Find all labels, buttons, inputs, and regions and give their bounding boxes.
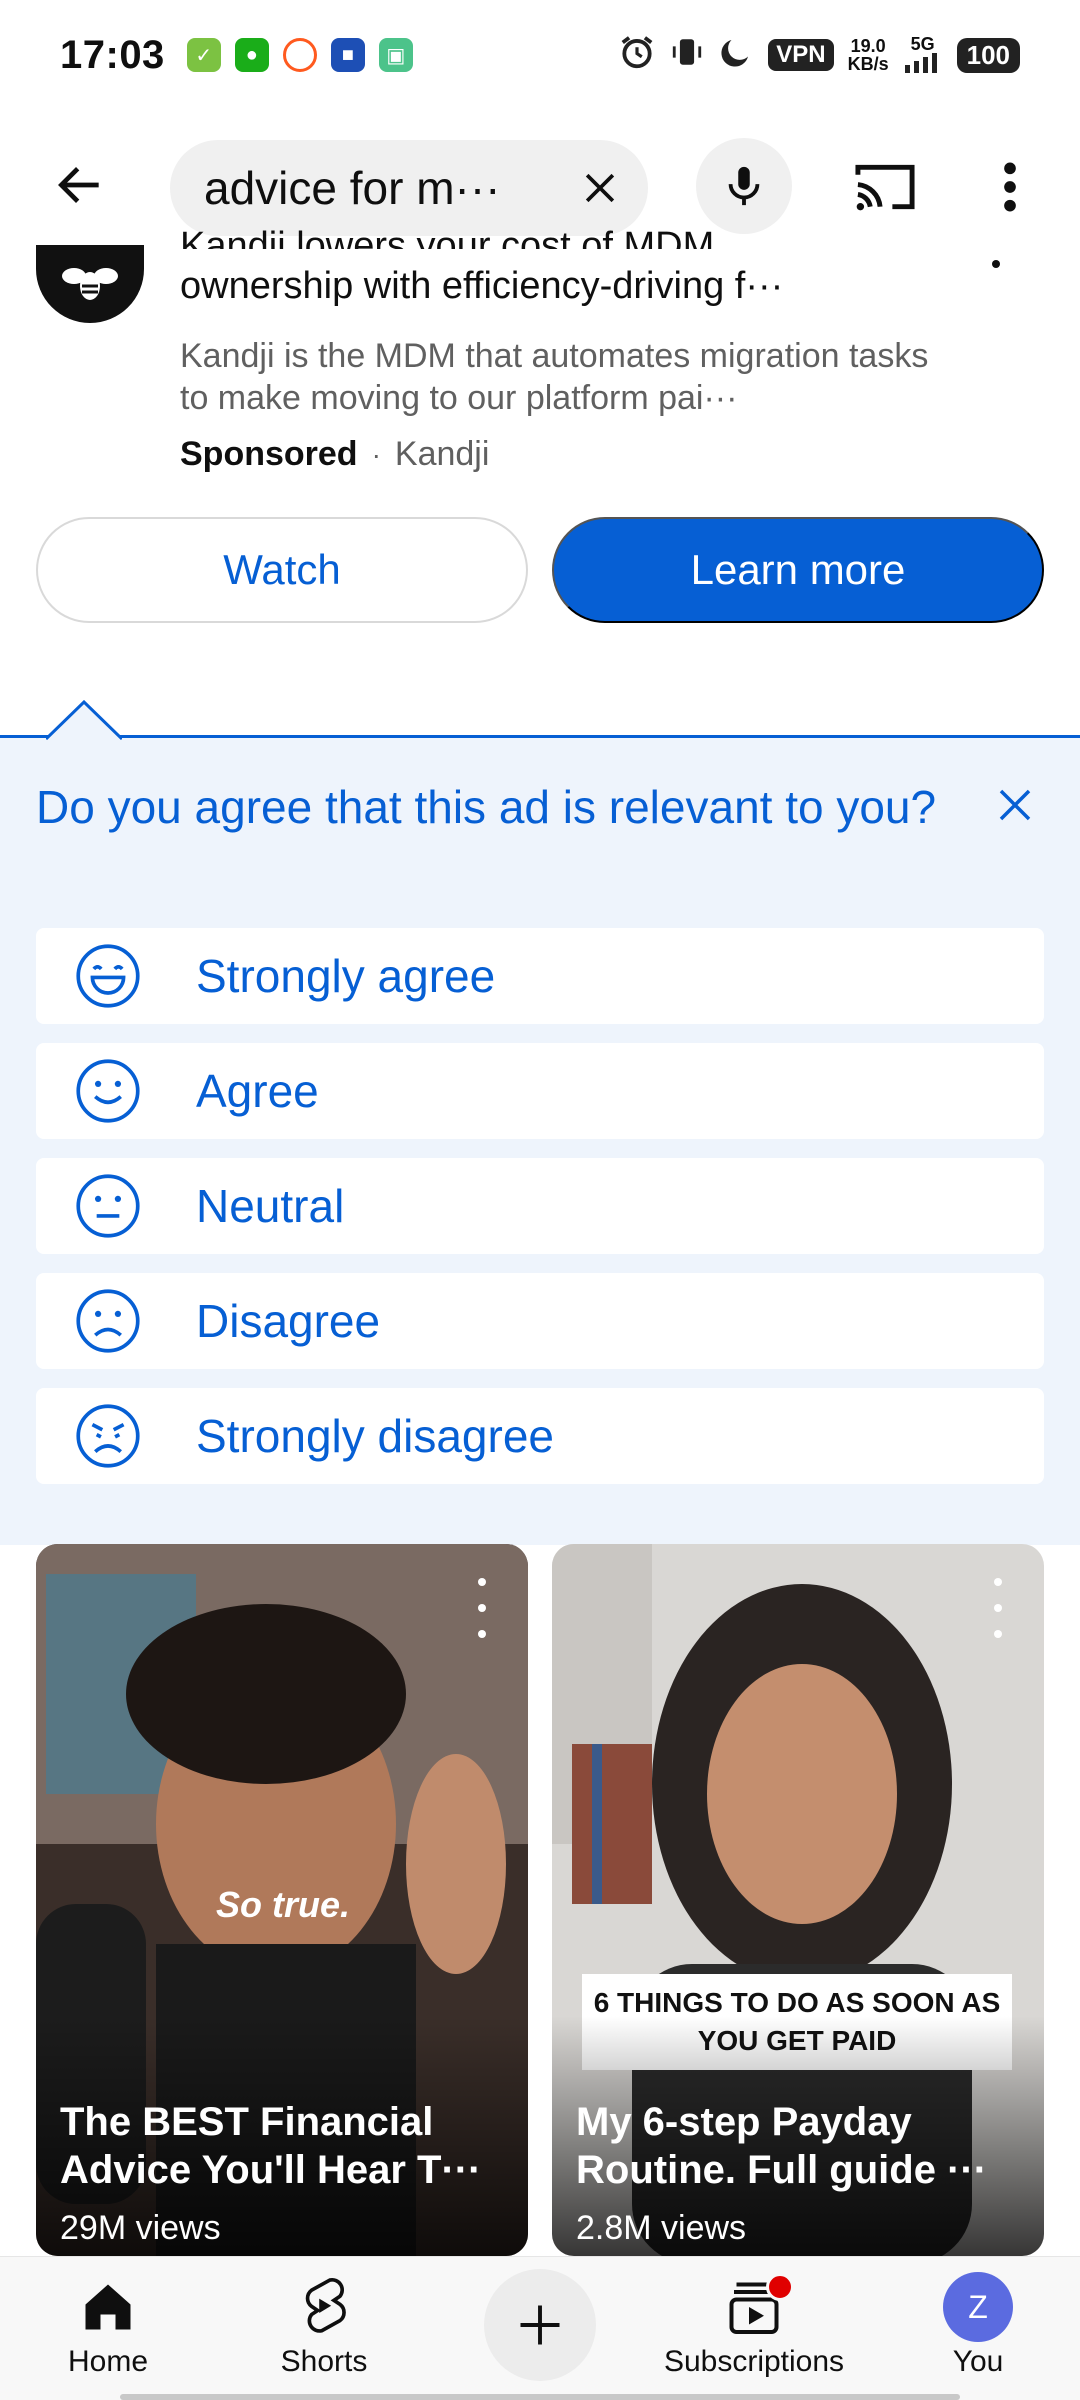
ad-title-partial: Kandji lowers your cost of MDM [180,225,715,249]
microphone-icon [728,166,760,206]
video-views: 29M views [60,2209,221,2247]
close-icon [999,789,1031,821]
ad-more-options-button[interactable] [986,259,1006,319]
more-vert-icon [478,1630,486,1638]
nav-label: Subscriptions [663,2345,845,2378]
gesture-bar [120,2394,960,2400]
nav-home[interactable]: Home [18,2271,198,2395]
speed-unit: KB/s [847,54,889,74]
survey-option-neutral[interactable]: Neutral [36,1158,1044,1254]
learn-more-button[interactable]: Learn more [552,517,1044,623]
cast-icon [855,164,915,211]
more-options-button[interactable] [990,152,1030,222]
nav-subscriptions[interactable]: Subscriptions [664,2271,844,2395]
more-vert-icon [994,1578,1002,1586]
alarm-icon [618,33,656,78]
survey-option-strongly-disagree[interactable]: Strongly disagree [36,1388,1044,1484]
signal-indicator: 5G [903,35,943,76]
more-vert-icon [478,1604,486,1612]
watch-button[interactable]: Watch [36,517,528,623]
avatar-letter: Z [943,2272,1013,2342]
circle-app-icon [282,38,317,72]
survey-option-label: Neutral [196,1180,345,1232]
neutral-face-icon [76,1174,140,1238]
app-notification-icon: ■ [330,38,365,72]
nav-you[interactable]: Z You [888,2271,1068,2395]
video-more-options-button[interactable] [474,1578,490,1638]
grinning-face-icon [76,944,140,1008]
app-notification-icon: ✓ [186,38,221,72]
thumbnail-caption: So true. [216,1884,351,1925]
advertiser-name: Kandji [394,435,490,473]
cast-button[interactable] [850,152,920,222]
meta-separator: · [371,438,381,470]
network-speed: 19.0 KB/s [848,37,889,73]
status-app-icons: ✓ ● ■ ▣ [186,38,413,72]
video-title: My 6-step Payday Routine. Full guide ··· [576,2100,988,2192]
app-notification-icon: ▣ [378,38,413,72]
smiley-icon [76,1059,140,1123]
shorts-icon [288,2271,360,2343]
survey-option-agree[interactable]: Agree [36,1043,1044,1139]
ad-card: Kandji lowers your cost of MDM ownership… [0,225,1080,645]
plus-icon [520,2305,560,2345]
notification-dot [766,2273,794,2301]
battery-indicator: 100 [956,37,1020,73]
bee-logo-icon [62,268,118,300]
vpn-badge: VPN [768,39,834,71]
more-vert-icon [994,1604,1002,1612]
create-button[interactable] [484,2269,596,2381]
video-title: The BEST Financial Advice You'll Hear T·… [60,2100,482,2192]
video-views: 2.8M views [576,2209,747,2247]
survey-pointer [46,700,122,740]
video-more-options-button[interactable] [990,1578,1006,1638]
ad-description: Kandji is the MDM that automates migrati… [180,337,929,417]
back-button[interactable] [50,155,110,215]
video-card[interactable]: So true. The BEST Financial Advice You'l… [36,1544,528,2256]
nav-label: Home [67,2345,149,2378]
nav-label: Shorts [280,2345,368,2378]
voice-search-button[interactable] [696,138,792,234]
survey-option-label: Disagree [196,1295,381,1347]
survey-option-disagree[interactable]: Disagree [36,1273,1044,1369]
status-time: 17:03 [60,32,165,77]
survey-option-strongly-agree[interactable]: Strongly agree [36,928,1044,1024]
close-icon [585,173,615,203]
frowning-face-icon [76,1289,140,1353]
ad-meta: Sponsored · Kandji [180,435,489,474]
survey-option-label: Strongly disagree [196,1410,554,1462]
more-vert-icon [1004,162,1016,212]
wechat-icon: ● [234,38,269,72]
sponsored-label: Sponsored [180,435,358,473]
speed-value: 19.0 [850,36,886,56]
bottom-navigation: Home Shorts Subscriptions Z You [0,2256,1080,2400]
survey-question: Do you agree that this ad is relevant to… [36,781,937,833]
nav-label: You [952,2345,1004,2378]
advertiser-avatar[interactable] [36,245,144,323]
status-bar: 17:03 ✓ ● ■ ▣ VPN 19.0 KB/s 5G 100 [0,0,1080,110]
status-indicators: VPN 19.0 KB/s 5G 100 [618,33,1020,78]
ad-relevance-survey: Do you agree that this ad is relevant to… [0,700,1080,1545]
search-query[interactable]: advice for m··· [204,161,544,215]
survey-option-label: Agree [196,1065,319,1117]
moon-icon [718,34,754,77]
nav-shorts[interactable]: Shorts [234,2271,414,2395]
avatar: Z [942,2271,1014,2343]
network-type: 5G [910,33,935,54]
ad-title[interactable]: ownership with efficiency-driving f··· [180,263,940,309]
home-icon [72,2271,144,2343]
vibrate-icon [670,33,704,78]
angry-face-icon [76,1404,140,1468]
survey-close-button[interactable] [990,780,1040,830]
clear-search-button[interactable] [572,160,628,216]
video-card[interactable]: 6 THINGS TO DO AS SOON AS YOU GET PAID M… [552,1544,1044,2256]
more-vert-icon [478,1578,486,1586]
search-field[interactable]: advice for m··· [170,140,648,236]
survey-option-label: Strongly agree [196,950,496,1002]
back-arrow-icon [58,167,99,203]
more-vert-icon [992,260,1000,268]
signal-icon [904,52,937,73]
more-vert-icon [994,1630,1002,1638]
